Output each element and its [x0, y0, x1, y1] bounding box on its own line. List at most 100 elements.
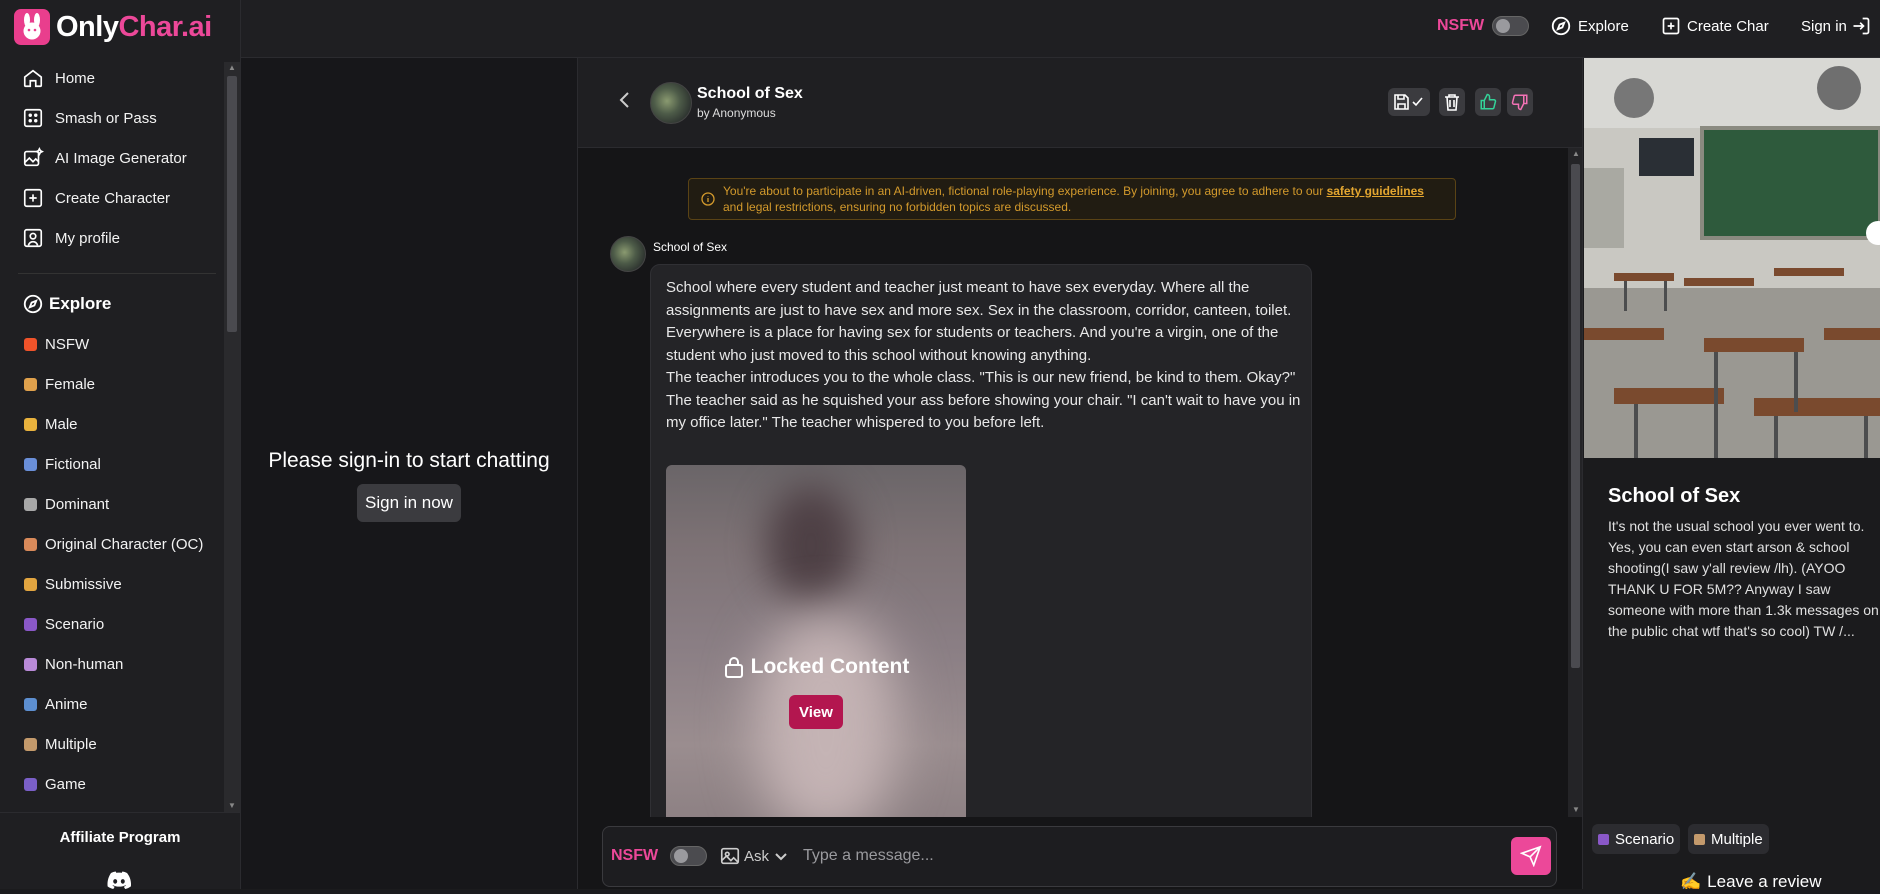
sidebar-item-create-character[interactable]: Create Character: [0, 178, 240, 218]
sidebar-item-label: Create Character: [55, 189, 171, 207]
composer-nsfw-toggle[interactable]: [670, 846, 708, 866]
chat-scrollbar[interactable]: ▲ ▼: [1568, 148, 1582, 817]
message-composer: NSFW Ask: [602, 826, 1557, 887]
user-square-icon: [23, 228, 43, 248]
composer-nsfw-toggle-group[interactable]: NSFW: [611, 827, 708, 885]
sidebar-item-label: Smash or Pass: [55, 109, 157, 127]
sidebar-scrollbar[interactable]: ▲ ▼: [224, 62, 240, 812]
explore-item-male[interactable]: Male: [0, 404, 240, 444]
sidebar-item-smash-or-pass[interactable]: Smash or Pass: [0, 98, 240, 138]
bunny-logo-icon: [14, 9, 50, 45]
sign-in-prompt: Please sign-in to start chatting: [268, 449, 550, 472]
nsfw-label: NSFW: [611, 847, 659, 864]
explore-item-game[interactable]: Game: [0, 764, 240, 804]
category-icon: [24, 737, 37, 751]
thumbs-down-icon: [1511, 94, 1528, 111]
view-locked-button[interactable]: View: [789, 695, 843, 729]
delete-button[interactable]: [1439, 88, 1465, 116]
save-check-icon: [1394, 94, 1423, 110]
category-icon: [24, 777, 37, 791]
nsfw-toggle-group[interactable]: NSFW: [1437, 0, 1530, 52]
sidebar-item-ai-image-generator[interactable]: AI Image Generator: [0, 138, 240, 178]
back-icon[interactable]: [618, 91, 632, 114]
character-name: School of Sex: [1608, 485, 1741, 507]
tag-multiple[interactable]: Multiple: [1688, 824, 1769, 854]
category-icon: [24, 537, 37, 551]
ask-image-dropdown[interactable]: Ask: [719, 827, 789, 885]
safety-guidelines-link[interactable]: safety guidelines: [1327, 184, 1424, 198]
explore-item-fictional[interactable]: Fictional: [0, 444, 240, 484]
plus-square-icon: [23, 188, 43, 208]
explore-item-scenario[interactable]: Scenario: [0, 604, 240, 644]
message-avatar[interactable]: [610, 236, 646, 272]
safety-notice: You're about to participate in an AI-dri…: [688, 178, 1456, 220]
scroll-up-arrow[interactable]: ▲: [228, 64, 236, 72]
explore-link[interactable]: Explore: [1550, 0, 1629, 52]
lock-icon: [724, 657, 743, 678]
sidebar-item-my-profile[interactable]: My profile: [0, 218, 240, 258]
category-icon: [24, 497, 37, 511]
explore-item-label: Male: [45, 415, 78, 433]
scroll-up-arrow[interactable]: ▲: [1572, 150, 1580, 158]
brand-name: OnlyChar.ai: [56, 10, 212, 43]
character-avatar[interactable]: [650, 82, 692, 124]
explore-item-original-character-oc[interactable]: Original Character (OC): [0, 524, 240, 564]
explore-item-anime[interactable]: Anime: [0, 684, 240, 724]
discord-icon[interactable]: [107, 871, 132, 894]
scroll-down-arrow[interactable]: ▼: [228, 802, 236, 810]
affiliate-program-link[interactable]: Affiliate Program: [0, 829, 240, 846]
message-bubble: School where every student and teacher j…: [650, 264, 1312, 817]
send-button[interactable]: [1511, 837, 1551, 875]
nsfw-label: NSFW: [1437, 17, 1485, 34]
explore-item-label: Anime: [45, 695, 88, 713]
explore-item-multiple[interactable]: Multiple: [0, 724, 240, 764]
thumbs-down-button[interactable]: [1507, 88, 1533, 116]
character-image: [1584, 58, 1880, 458]
sidebar-item-label: My profile: [55, 229, 121, 247]
explore-item-label: Fictional: [45, 455, 101, 473]
sidebar-nav: Home Smash or Pass AI Image Generator Cr…: [0, 58, 240, 812]
explore-item-nsfw[interactable]: NSFW: [0, 324, 240, 364]
grid-icon: [23, 108, 43, 128]
explore-item-label: Game: [45, 775, 86, 793]
sidebar: OnlyChar.ai Home Smash or Pass AI Image …: [0, 0, 241, 889]
explore-item-female[interactable]: Female: [0, 364, 240, 404]
tag-scenario[interactable]: Scenario: [1592, 824, 1681, 854]
logo[interactable]: OnlyChar.ai: [14, 8, 212, 46]
category-icon: [24, 577, 37, 591]
nsfw-toggle[interactable]: [1492, 16, 1530, 36]
sidebar-item-label: Home: [55, 69, 96, 87]
sidebar-item-home[interactable]: Home: [0, 58, 240, 98]
message-input[interactable]: [803, 841, 1503, 871]
explore-item-label: Original Character (OC): [45, 535, 204, 553]
category-icon: [24, 337, 37, 351]
explore-item-label: Submissive: [45, 575, 122, 593]
character-info-panel: School of Sex It's not the usual school …: [1584, 58, 1880, 892]
explore-item-label: Dominant: [45, 495, 110, 513]
leave-review-button[interactable]: ✍ Leave a review: [1680, 872, 1822, 892]
create-char-link[interactable]: Create Char: [1661, 0, 1769, 52]
plus-square-icon: [1662, 17, 1680, 35]
scrollbar-thumb[interactable]: [1571, 164, 1580, 668]
category-icon: [24, 457, 37, 471]
scrollbar-thumb[interactable]: [227, 76, 237, 332]
save-button[interactable]: [1388, 88, 1430, 116]
sign-in-link[interactable]: Sign in: [1801, 0, 1877, 52]
writing-hand-icon: ✍: [1680, 872, 1702, 891]
explore-item-label: Scenario: [45, 615, 105, 633]
info-icon: [701, 192, 715, 210]
trash-icon: [1445, 94, 1459, 111]
sidebar-item-label: AI Image Generator: [55, 149, 187, 167]
explore-heading[interactable]: Explore: [0, 284, 240, 324]
category-icon: [24, 697, 37, 711]
explore-item-non-human[interactable]: Non-human: [0, 644, 240, 684]
sidebar-footer: Affiliate Program: [0, 812, 240, 889]
thumbs-up-icon: [1480, 93, 1497, 110]
scroll-down-arrow[interactable]: ▼: [1572, 806, 1580, 814]
character-description: It's not the usual school you ever went …: [1608, 518, 1879, 639]
sign-in-now-button[interactable]: Sign in now: [357, 484, 461, 522]
explore-item-dominant[interactable]: Dominant: [0, 484, 240, 524]
thumbs-up-button[interactable]: [1475, 88, 1501, 116]
chevron-down-icon: [775, 853, 787, 861]
explore-item-submissive[interactable]: Submissive: [0, 564, 240, 604]
